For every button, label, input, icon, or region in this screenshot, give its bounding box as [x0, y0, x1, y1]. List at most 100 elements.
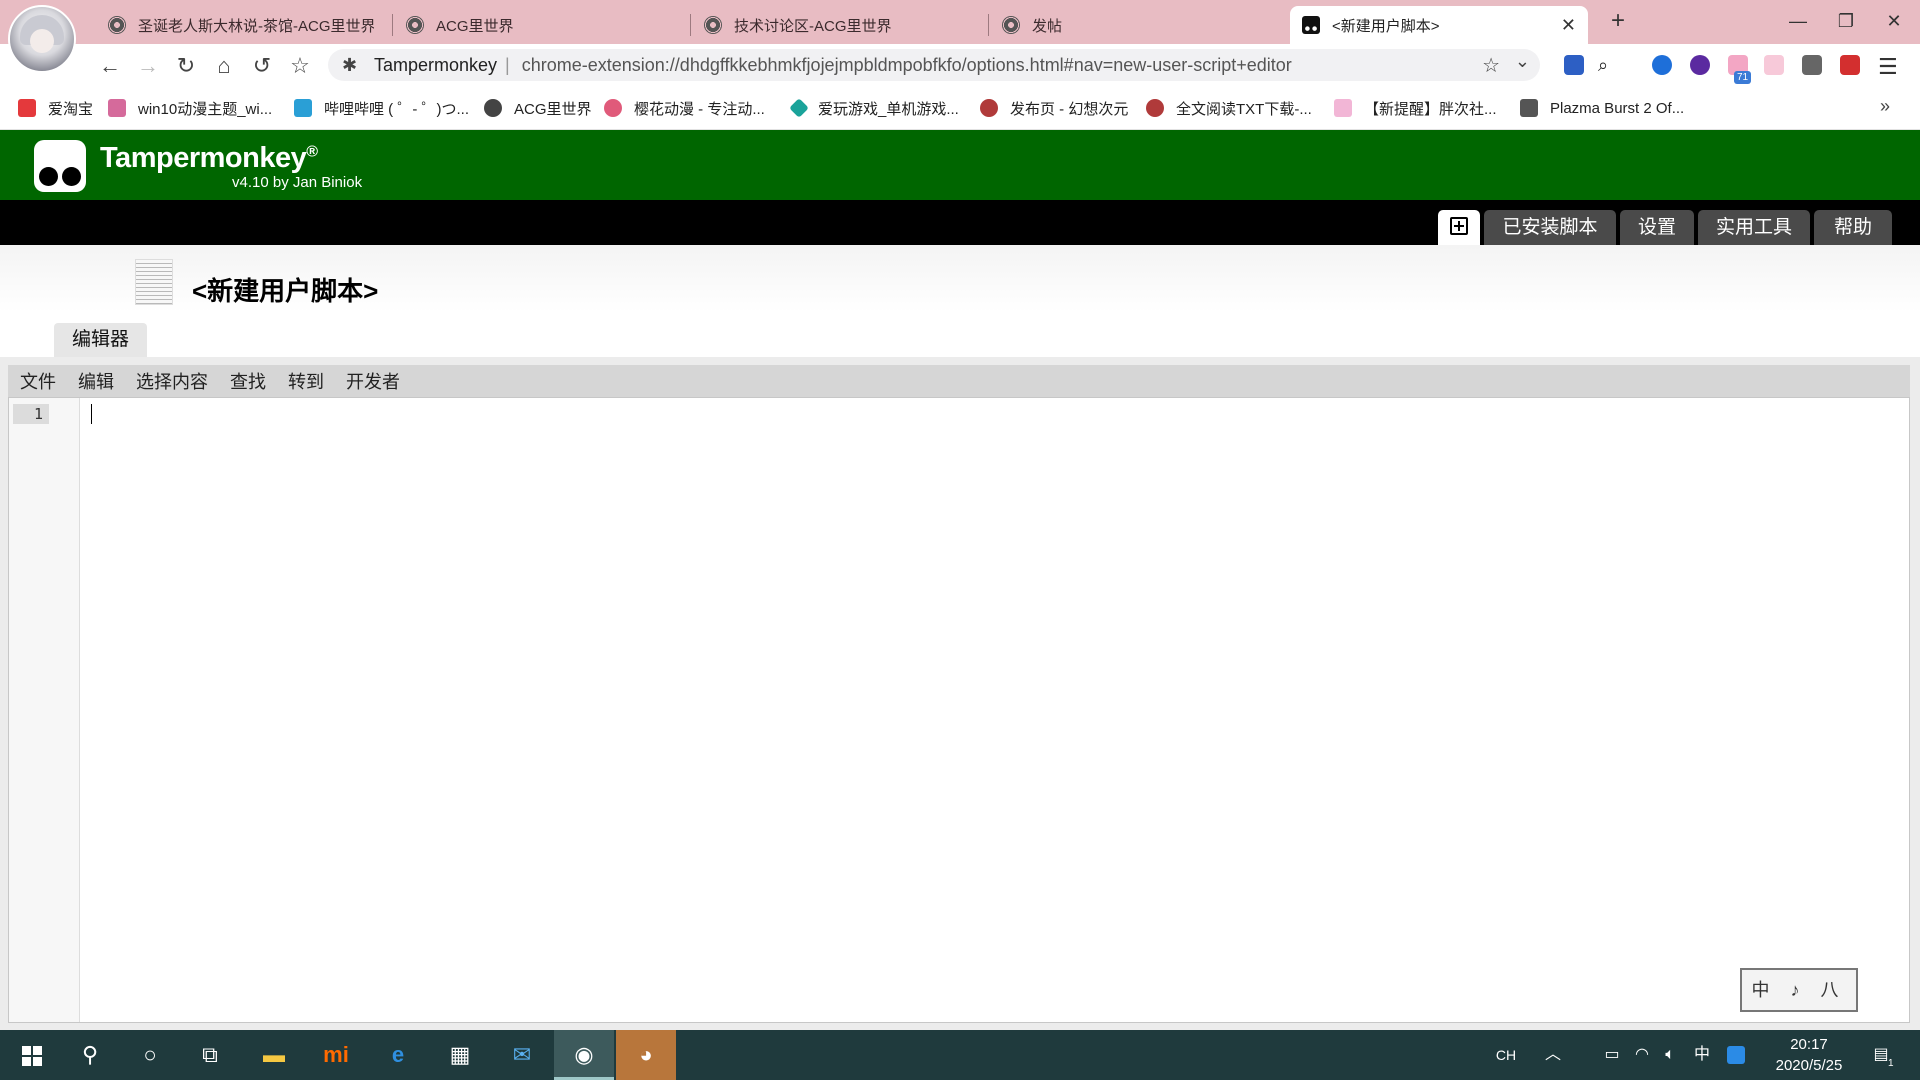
profile-avatar[interactable] [8, 5, 76, 73]
tab-utilities[interactable]: 实用工具 [1698, 210, 1810, 245]
app-avatar-taskbar-icon[interactable]: ◕ [616, 1030, 676, 1080]
edge-icon[interactable]: e [370, 1030, 426, 1080]
app-title: Tampermonkey® [100, 142, 318, 175]
tab-separator [988, 14, 989, 36]
back-icon[interactable]: ← [96, 52, 124, 80]
ime-floating-widget[interactable]: 中 ♪ 八 [1740, 968, 1858, 1012]
code-editor[interactable]: 1 [8, 397, 1910, 1023]
bookmark-item[interactable]: Plazma Burst 2 Of... [1520, 98, 1684, 118]
bookmark-item[interactable]: 【新提醒】胖次社... [1334, 98, 1497, 118]
tab-4[interactable]: 发帖 [990, 6, 1280, 44]
tab-help[interactable]: 帮助 [1814, 210, 1892, 245]
extension-badge: 71 [1734, 71, 1752, 84]
extension-tampermonkey-icon[interactable] [1802, 55, 1822, 75]
clock-date[interactable]: 2020/5/25 [1764, 1057, 1854, 1074]
chevron-down-icon[interactable]: ⌄ [1515, 51, 1530, 72]
cortana-icon[interactable]: ○ [122, 1030, 178, 1080]
task-view-icon[interactable]: ⧉ [182, 1030, 238, 1080]
mail-icon[interactable]: ✉ [494, 1030, 550, 1080]
tampermonkey-favicon-icon [1302, 16, 1320, 34]
editor-container: 文件 编辑 选择内容 查找 转到 开发者 1 [0, 357, 1920, 1030]
bookmark-item[interactable]: ACG里世界 [484, 98, 592, 118]
bookmark-item[interactable]: 爱淘宝 [18, 98, 93, 118]
script-title: <新建用户脚本> [192, 276, 379, 306]
menu-developer[interactable]: 开发者 [346, 368, 400, 394]
tab-active-new-script[interactable]: <新建用户脚本> ✕ [1290, 6, 1588, 44]
site-favicon-icon [704, 16, 722, 34]
extension-pdf-icon[interactable] [1840, 55, 1860, 75]
battery-icon[interactable]: ▭ [1598, 1030, 1626, 1080]
menu-file[interactable]: 文件 [20, 368, 56, 394]
clock-time[interactable]: 20:17 [1784, 1036, 1834, 1053]
tab-installed-scripts[interactable]: 已安装脚本 [1484, 210, 1616, 245]
window-close-button[interactable]: ✕ [1872, 6, 1916, 36]
address-bar[interactable]: ✱ Tampermonkey | chrome-extension://dhdg… [328, 49, 1540, 81]
undo-close-tab-icon[interactable]: ↺ [248, 52, 276, 80]
home-icon[interactable]: ⌂ [210, 52, 238, 80]
menu-selection[interactable]: 选择内容 [136, 368, 208, 394]
logo-eye [39, 167, 58, 186]
tab-1[interactable]: 圣诞老人斯大林说-茶馆-ACG里世界 [96, 6, 386, 44]
bookmark-star-icon[interactable]: ☆ [286, 52, 314, 80]
extension-h-icon[interactable] [1652, 55, 1672, 75]
chrome-taskbar-icon[interactable]: ◉ [554, 1030, 614, 1080]
file-explorer-icon[interactable]: ▬ [246, 1030, 302, 1080]
tab-strip: 圣诞老人斯大林说-茶馆-ACG里世界 ACG里世界 技术讨论区-ACG里世界 发… [0, 0, 1920, 73]
omnibox-site-name: Tampermonkey [374, 54, 498, 75]
menu-icon[interactable]: ☰ [1878, 54, 1898, 80]
bookmark-item[interactable]: 全文阅读TXT下载-... [1146, 98, 1312, 118]
tab-2[interactable]: ACG里世界 [394, 6, 684, 44]
tab-separator [690, 14, 691, 36]
menu-edit[interactable]: 编辑 [78, 368, 114, 394]
menu-goto[interactable]: 转到 [288, 368, 324, 394]
bookmark-favicon-icon [604, 99, 622, 117]
script-header: <新建用户脚本> 编辑器 [0, 245, 1920, 357]
search-icon[interactable]: ⚲ [62, 1030, 118, 1080]
bookmark-label: 樱花动漫 - 专注动... [634, 100, 765, 118]
logo-eye [62, 167, 81, 186]
chevron-up-icon[interactable]: ︿ [1538, 1030, 1568, 1080]
extension-hex-icon[interactable] [1690, 55, 1710, 75]
tab-3[interactable]: 技术讨论区-ACG里世界 [692, 6, 982, 44]
tab-new-script[interactable] [1438, 210, 1480, 245]
forward-icon[interactable]: → [134, 52, 162, 80]
tab-title: 圣诞老人斯大林说-茶馆-ACG里世界 [138, 17, 374, 35]
bookmark-item[interactable]: 发布页 - 幻想次元 [980, 98, 1128, 118]
menu-find[interactable]: 查找 [230, 368, 266, 394]
bookmarks-overflow-button[interactable]: » [1880, 96, 1890, 117]
start-button[interactable] [2, 1030, 58, 1080]
reload-icon[interactable]: ↻ [172, 52, 200, 80]
wifi-icon[interactable]: ◠ [1628, 1030, 1656, 1080]
restore-button[interactable]: ❐ [1824, 6, 1868, 36]
qq-icon[interactable] [1724, 1030, 1748, 1080]
tab-editor[interactable]: 编辑器 [54, 323, 147, 357]
language-indicator[interactable]: CH [1494, 1030, 1518, 1080]
bookmarks-bar: 爱淘宝 win10动漫主题_wi... 哔哩哔哩 ( ゜- ゜)つ... ACG… [0, 86, 1920, 130]
extension-translate-icon[interactable] [1564, 55, 1584, 75]
store-icon[interactable]: ▦ [432, 1030, 488, 1080]
bookmark-favicon-icon [980, 99, 998, 117]
star-page-icon[interactable]: ☆ [1482, 53, 1500, 78]
mi-app-icon[interactable]: mi [308, 1030, 364, 1080]
tab-settings[interactable]: 设置 [1620, 210, 1694, 245]
line-number: 1 [13, 404, 49, 424]
bookmark-label: Plazma Burst 2 Of... [1550, 99, 1685, 117]
bookmark-item[interactable]: win10动漫主题_wi... [108, 98, 272, 118]
editor-menubar: 文件 编辑 选择内容 查找 转到 开发者 [8, 365, 1910, 397]
tampermonkey-header: Tampermonkey® v4.10 by Jan Biniok [0, 130, 1920, 200]
volume-icon[interactable]: 🔈︎ [1656, 1030, 1684, 1080]
notification-icon[interactable]: ▤ [1866, 1030, 1896, 1080]
bookmark-item[interactable]: 哔哩哔哩 ( ゜- ゜)つ... [294, 98, 469, 118]
bookmark-item[interactable]: 樱花动漫 - 专注动... [604, 98, 765, 118]
ime-indicator[interactable]: 中 [1688, 1030, 1716, 1080]
bookmark-item[interactable]: 爱玩游戏_单机游戏... [789, 98, 959, 118]
tampermonkey-logo-icon [34, 140, 86, 192]
extension-bilibili-icon[interactable] [1764, 55, 1784, 75]
browser-toolbar: ← → ↻ ⌂ ↺ ☆ ✱ Tampermonkey | chrome-exte… [0, 44, 1920, 86]
omnibox-url[interactable]: chrome-extension://dhdgffkkebhmkfjojejmp… [522, 55, 1292, 76]
new-tab-button[interactable]: + [1604, 8, 1632, 36]
notification-count: 1 [1888, 1058, 1894, 1069]
minimize-button[interactable]: — [1776, 6, 1820, 36]
close-tab-icon[interactable]: ✕ [1561, 15, 1576, 36]
search-icon[interactable]: ⌕ [1598, 55, 1618, 75]
